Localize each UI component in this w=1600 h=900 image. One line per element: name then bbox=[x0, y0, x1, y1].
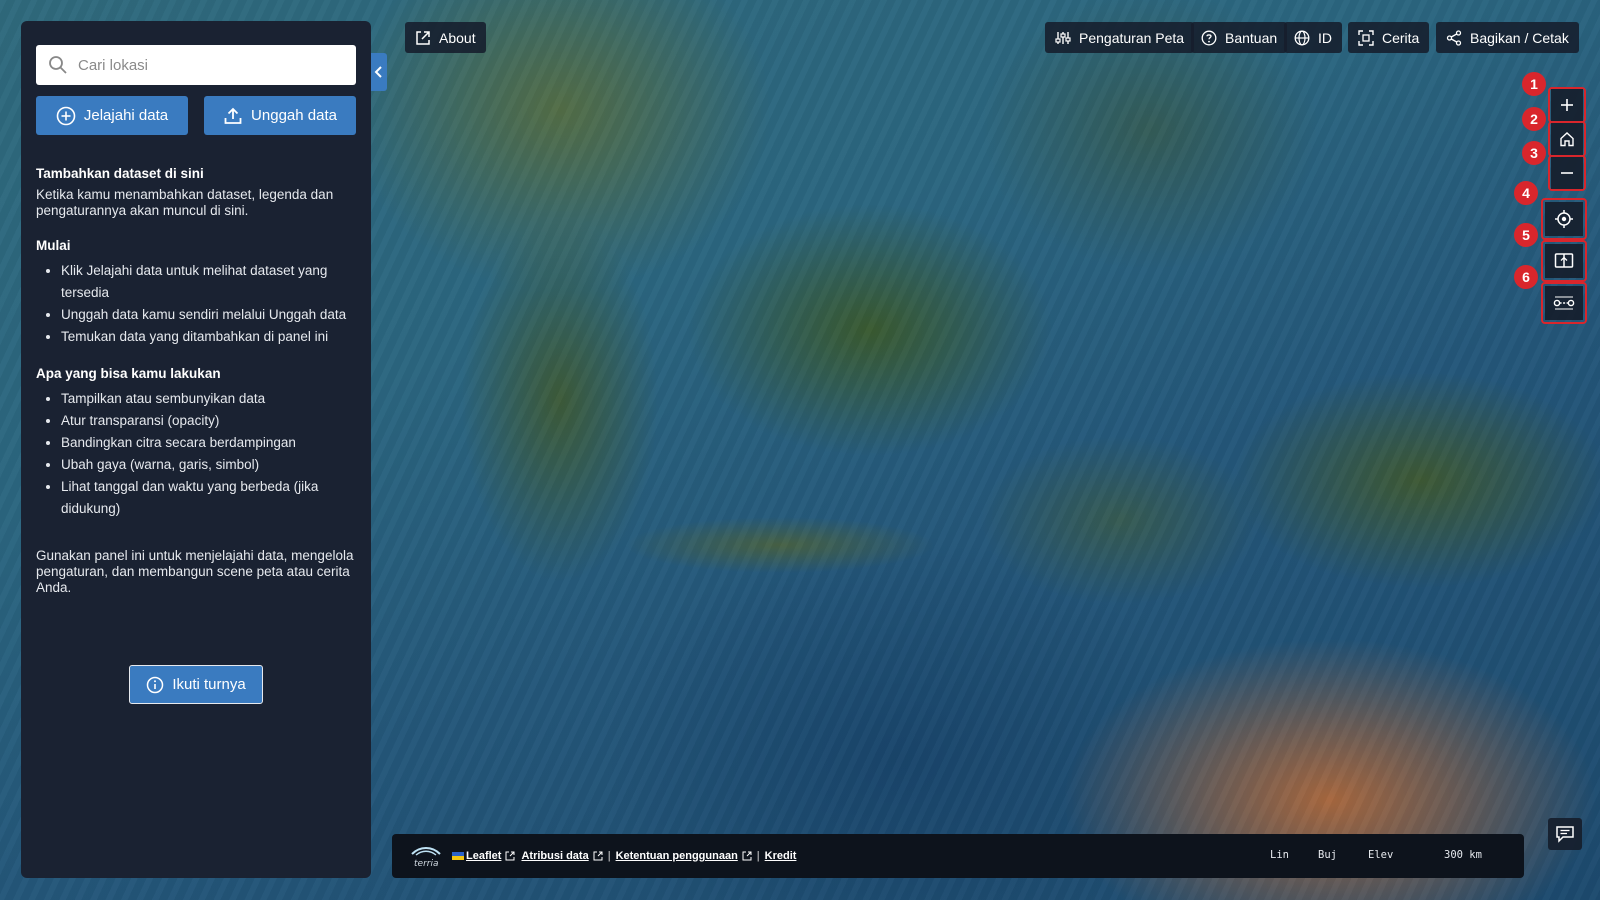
data-attribution-link[interactable]: Atribusi data bbox=[521, 850, 588, 862]
annotation-badge: 4 bbox=[1514, 181, 1538, 205]
collapse-panel-button[interactable] bbox=[371, 53, 387, 91]
external-link-icon bbox=[593, 851, 603, 861]
panel-outro-text: Gunakan panel ini untuk menjelajahi data… bbox=[36, 548, 354, 595]
capabilities-list: Tampilkan atau sembunyikan data Atur tra… bbox=[61, 388, 356, 520]
add-dataset-description: Ketika kamu menambahkan dataset, legenda… bbox=[36, 187, 334, 218]
zoom-out-button[interactable] bbox=[1551, 157, 1583, 189]
list-item: Temukan data yang ditambahkan di panel i… bbox=[61, 326, 356, 348]
about-button[interactable]: About bbox=[405, 22, 486, 53]
explore-data-label: Jelajahi data bbox=[83, 107, 169, 124]
capabilities-section: Apa yang bisa kamu lakukan Tampilkan ata… bbox=[36, 366, 356, 520]
language-label: ID bbox=[1318, 29, 1332, 46]
info-icon bbox=[146, 676, 164, 694]
credits-link[interactable]: Kredit bbox=[765, 850, 797, 862]
getting-started-list: Klik Jelajahi data untuk melihat dataset… bbox=[61, 260, 356, 348]
reset-view-button[interactable] bbox=[1551, 123, 1583, 155]
plus-icon bbox=[1560, 98, 1574, 112]
list-item: Bandingkan citra secara berdampingan bbox=[61, 432, 356, 454]
location-search-box[interactable] bbox=[36, 45, 356, 85]
external-link-icon bbox=[415, 30, 431, 46]
take-tour-label: Ikuti turnya bbox=[172, 676, 246, 693]
measure-tool-button[interactable] bbox=[1545, 286, 1583, 320]
leaflet-link[interactable]: Leaflet bbox=[466, 850, 501, 862]
getting-started-title: Mulai bbox=[36, 238, 71, 253]
map-status-bar: terria Leaflet Atribusi data | Ketentuan… bbox=[392, 834, 1524, 878]
language-button[interactable]: ID bbox=[1284, 22, 1342, 53]
workbench-panel: Jelajahi data Unggah data Tambahkan data… bbox=[21, 21, 371, 878]
map-settings-button[interactable]: Pengaturan Peta bbox=[1045, 22, 1195, 53]
story-label: Cerita bbox=[1382, 29, 1420, 46]
search-icon bbox=[48, 55, 68, 75]
about-label: About bbox=[439, 29, 476, 46]
longitude-label: Buj bbox=[1318, 849, 1337, 861]
upload-icon bbox=[223, 106, 243, 126]
external-link-icon bbox=[505, 851, 515, 861]
crosshair-icon bbox=[1554, 209, 1574, 229]
share-print-label: Bagikan / Cetak bbox=[1470, 29, 1569, 46]
minus-icon bbox=[1560, 166, 1574, 180]
data-actions: Jelajahi data Unggah data bbox=[36, 96, 356, 135]
annotation-badge: 1 bbox=[1522, 72, 1546, 96]
list-item: Tampilkan atau sembunyikan data bbox=[61, 388, 356, 410]
list-item: Lihat tanggal dan waktu yang berbeda (ji… bbox=[61, 476, 356, 520]
globe-icon bbox=[1294, 30, 1310, 46]
list-item: Unggah data kamu sendiri melalui Unggah … bbox=[61, 304, 356, 326]
separator: | bbox=[607, 850, 611, 862]
help-button[interactable]: Bantuan bbox=[1191, 22, 1288, 53]
my-location-button[interactable] bbox=[1545, 202, 1583, 236]
annotation-badge: 2 bbox=[1522, 107, 1546, 131]
elevation-label: Elev bbox=[1368, 849, 1394, 861]
search-input[interactable] bbox=[78, 56, 338, 74]
ukraine-flag-icon bbox=[452, 852, 464, 860]
annotation-badge: 5 bbox=[1514, 223, 1538, 247]
compare-split-button[interactable] bbox=[1545, 244, 1583, 278]
terria-logo: terria bbox=[410, 845, 442, 867]
external-link-icon bbox=[742, 851, 752, 861]
story-frame-icon bbox=[1358, 29, 1374, 46]
annotation-badge: 3 bbox=[1522, 141, 1546, 165]
plus-circle-icon bbox=[56, 106, 76, 126]
list-item: Ubah gaya (warna, garis, simbol) bbox=[61, 454, 356, 476]
terms-of-use-link[interactable]: Ketentuan penggunaan bbox=[616, 850, 738, 862]
sliders-icon bbox=[1055, 30, 1071, 46]
list-item: Atur transparansi (opacity) bbox=[61, 410, 356, 432]
story-button[interactable]: Cerita bbox=[1348, 22, 1430, 53]
help-circle-icon bbox=[1201, 30, 1217, 46]
add-dataset-section: Tambahkan dataset di sini Ketika kamu me… bbox=[36, 166, 356, 219]
share-icon bbox=[1446, 29, 1462, 46]
list-item: Klik Jelajahi data untuk melihat dataset… bbox=[61, 260, 356, 304]
separator: | bbox=[756, 850, 760, 862]
chat-bubble-icon bbox=[1555, 825, 1575, 843]
zoom-in-button[interactable] bbox=[1551, 89, 1583, 121]
latitude-label: Lin bbox=[1270, 849, 1289, 861]
getting-started-section: Mulai Klik Jelajahi data untuk melihat d… bbox=[36, 238, 356, 348]
share-print-button[interactable]: Bagikan / Cetak bbox=[1436, 22, 1579, 53]
take-tour-button[interactable]: Ikuti turnya bbox=[129, 665, 263, 704]
split-screen-icon bbox=[1554, 252, 1574, 270]
logo-text: terria bbox=[414, 859, 438, 867]
annotation-badge: 6 bbox=[1514, 265, 1538, 289]
chevron-left-icon bbox=[374, 66, 384, 78]
capabilities-title: Apa yang bisa kamu lakukan bbox=[36, 366, 221, 381]
home-icon bbox=[1559, 131, 1575, 147]
measure-icon bbox=[1553, 295, 1575, 311]
help-label: Bantuan bbox=[1225, 29, 1278, 46]
add-dataset-title: Tambahkan dataset di sini bbox=[36, 166, 204, 181]
map-settings-label: Pengaturan Peta bbox=[1079, 29, 1185, 46]
upload-data-button[interactable]: Unggah data bbox=[204, 96, 356, 135]
scale-bar-label: 300 km bbox=[1444, 849, 1482, 861]
explore-data-button[interactable]: Jelajahi data bbox=[36, 96, 188, 135]
upload-data-label: Unggah data bbox=[251, 107, 337, 124]
feedback-button[interactable] bbox=[1548, 818, 1582, 850]
